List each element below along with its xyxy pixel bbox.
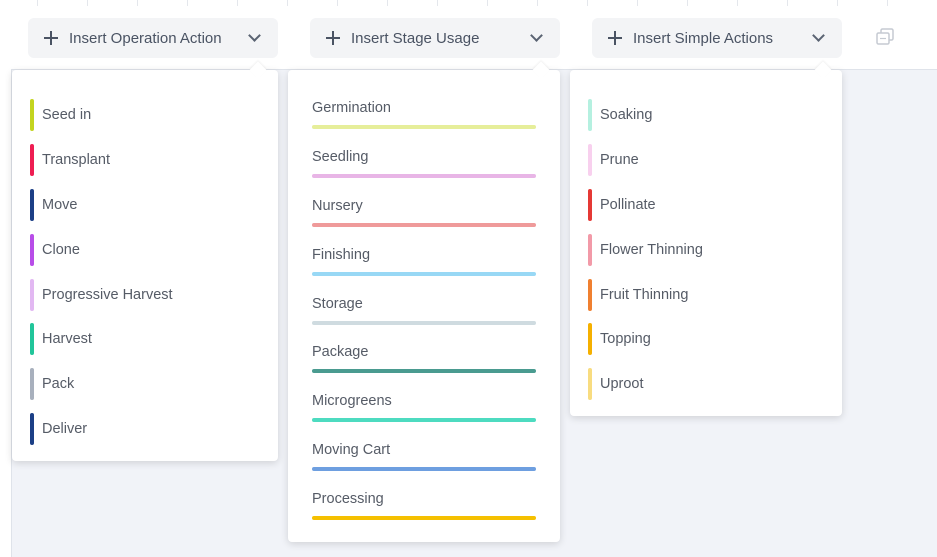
stage-usage-item-label: Processing: [312, 491, 384, 508]
insert-simple-actions-button[interactable]: Insert Simple Actions: [592, 18, 842, 58]
chevron-down-icon: [812, 29, 825, 42]
operation-action-item-label: Deliver: [42, 420, 88, 437]
color-indicator: [312, 222, 536, 227]
color-indicator: [312, 271, 536, 276]
simple-actions-dropdown: Soaking Prune Pollinate Flower Thinning Frui…: [570, 70, 842, 416]
simple-action-item-label: Topping: [600, 331, 651, 348]
color-indicator: [30, 233, 34, 266]
stage-usage-item[interactable]: Nursery: [312, 197, 536, 246]
operation-action-item[interactable]: Harvest: [30, 317, 173, 362]
stage-usage-item[interactable]: Finishing: [312, 246, 536, 295]
stage-usage-item-label: Seedling: [312, 148, 369, 165]
insert-stage-usage-label: Insert Stage Usage: [351, 29, 480, 47]
operation-action-item-label: Pack: [42, 376, 75, 393]
simple-action-item[interactable]: Soaking: [588, 93, 703, 138]
simple-action-item-label: Fruit Thinning: [600, 286, 689, 303]
color-indicator: [312, 467, 536, 472]
color-indicator: [312, 173, 536, 178]
color-indicator: [30, 412, 34, 445]
operation-action-dropdown: Seed in Transplant Move Clone Progressive Ha…: [12, 70, 278, 461]
operation-action-item[interactable]: Clone: [30, 227, 173, 272]
stage-usage-dropdown: Germination Seedling Nursery Finishing Stora…: [288, 70, 560, 542]
chevron-down-icon: [248, 29, 261, 42]
color-indicator: [588, 99, 592, 132]
color-indicator: [588, 368, 592, 401]
insert-stage-usage-button[interactable]: Insert Stage Usage: [310, 18, 560, 58]
chevron-down-icon: [530, 29, 543, 42]
plus-icon: [608, 31, 622, 45]
operation-action-item[interactable]: Seed in: [30, 93, 173, 138]
stage-usage-item[interactable]: Package: [312, 343, 536, 392]
color-indicator: [588, 278, 592, 311]
color-indicator: [30, 323, 34, 356]
operation-action-item-label: Clone: [42, 241, 80, 258]
stage-usage-item-label: Finishing: [312, 246, 371, 263]
operation-action-item-label: Move: [42, 196, 78, 213]
stage-usage-item[interactable]: Processing: [312, 490, 536, 539]
insert-operation-action-label: Insert Operation Action: [69, 29, 222, 47]
operation-action-item[interactable]: Pack: [30, 362, 173, 407]
stage-usage-list: Germination Seedling Nursery Finishing Stora…: [312, 99, 536, 539]
color-indicator: [312, 369, 536, 374]
operation-action-item-label: Seed in: [42, 107, 92, 124]
color-indicator: [588, 144, 592, 177]
simple-action-item[interactable]: Pollinate: [588, 183, 703, 228]
insert-simple-actions-label: Insert Simple Actions: [633, 29, 774, 47]
plus-icon: [326, 31, 340, 45]
color-indicator: [30, 368, 34, 401]
stage-usage-item[interactable]: Germination: [312, 99, 536, 148]
stage-usage-item[interactable]: Microgreens: [312, 392, 536, 441]
operation-action-item-label: Progressive Harvest: [42, 286, 173, 303]
operation-action-item[interactable]: Progressive Harvest: [30, 272, 173, 317]
stage-usage-item-label: Microgreens: [312, 393, 392, 410]
stage-usage-item-label: Germination: [312, 100, 391, 116]
color-indicator: [312, 125, 536, 129]
simple-action-item-label: Uproot: [600, 376, 644, 393]
simple-action-item-label: Flower Thinning: [600, 241, 703, 258]
color-indicator: [30, 278, 34, 311]
color-indicator: [312, 516, 536, 521]
background-grid: [0, 0, 937, 6]
simple-action-item[interactable]: Uproot: [588, 362, 703, 407]
stage-usage-item-label: Nursery: [312, 197, 363, 214]
color-indicator: [30, 144, 34, 177]
stage-usage-item[interactable]: Storage: [312, 295, 536, 344]
stage-usage-item-label: Package: [312, 344, 369, 361]
simple-action-item-label: Soaking: [600, 107, 653, 124]
color-indicator: [30, 188, 34, 221]
operation-action-item[interactable]: Deliver: [30, 407, 173, 452]
operation-action-item[interactable]: Move: [30, 183, 173, 228]
operation-action-list: Seed in Transplant Move Clone Progressive Ha…: [30, 93, 173, 451]
simple-action-item-label: Pollinate: [600, 196, 656, 213]
operation-action-item[interactable]: Transplant: [30, 138, 173, 183]
color-indicator: [588, 188, 592, 221]
stage-usage-item[interactable]: Moving Cart: [312, 441, 536, 490]
simple-action-item[interactable]: Topping: [588, 317, 703, 362]
color-indicator: [312, 320, 536, 325]
color-indicator: [312, 418, 536, 423]
operation-action-item-label: Transplant: [42, 152, 110, 169]
color-indicator: [588, 323, 592, 356]
stage-usage-item-label: Moving Cart: [312, 442, 391, 459]
simple-actions-list: Soaking Prune Pollinate Flower Thinning Frui…: [588, 93, 703, 407]
simple-action-item[interactable]: Prune: [588, 138, 703, 183]
simple-action-item-label: Prune: [600, 152, 639, 169]
stage-usage-item-label: Storage: [312, 295, 363, 312]
copy-icon[interactable]: [875, 27, 895, 47]
operation-action-item-label: Harvest: [42, 331, 92, 348]
plus-icon: [44, 31, 58, 45]
simple-action-item[interactable]: Flower Thinning: [588, 227, 703, 272]
insert-operation-action-button[interactable]: Insert Operation Action: [28, 18, 278, 58]
color-indicator: [588, 233, 592, 266]
simple-action-item[interactable]: Fruit Thinning: [588, 272, 703, 317]
stage-usage-item[interactable]: Seedling: [312, 148, 536, 197]
color-indicator: [30, 99, 34, 132]
